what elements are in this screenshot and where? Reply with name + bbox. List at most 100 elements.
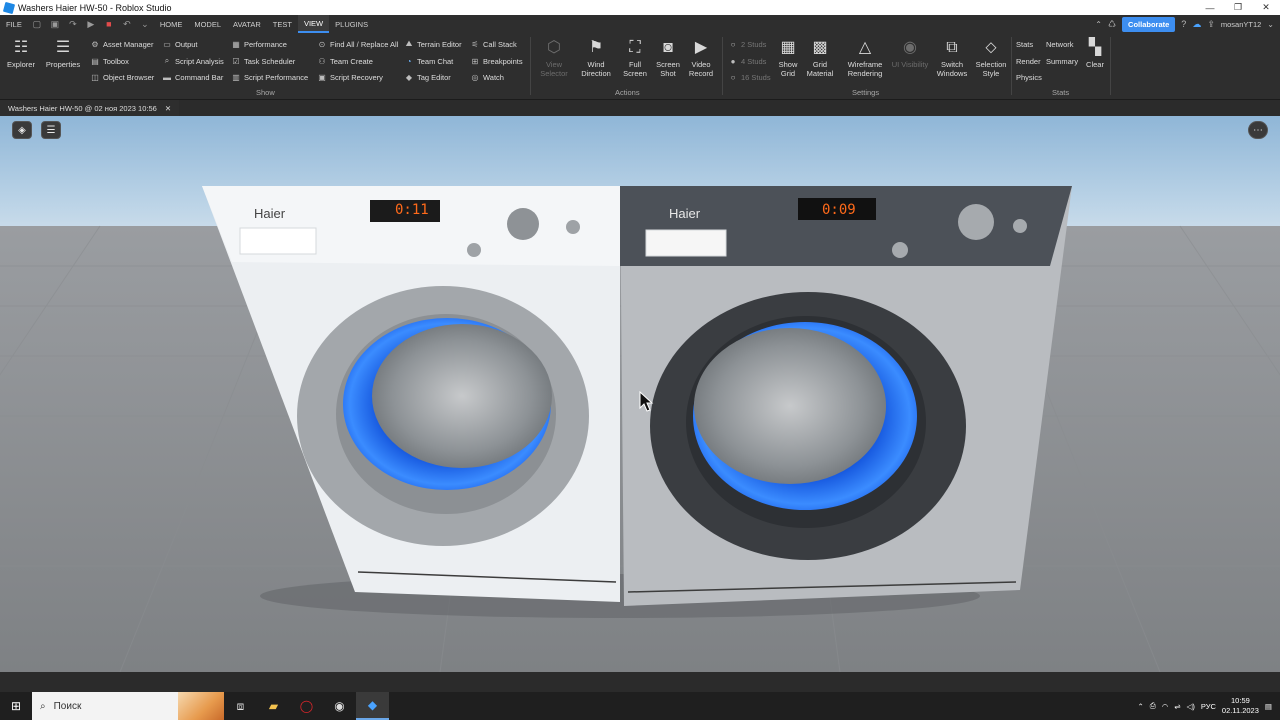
new-file-icon[interactable]: ▢ bbox=[32, 19, 42, 29]
selection-style-button[interactable]: ⬦ Selection Style bbox=[972, 37, 1010, 83]
performance-button[interactable]: ▦ Performance bbox=[231, 38, 287, 50]
opera-button[interactable]: ◯ bbox=[290, 692, 323, 720]
search-placeholder: Поиск bbox=[53, 700, 82, 712]
clock[interactable]: 10:59 02.11.2023 bbox=[1222, 696, 1259, 716]
properties-label: Properties bbox=[45, 60, 81, 69]
redo-icon[interactable]: ↷ bbox=[68, 19, 78, 29]
document-tab[interactable]: Washers Haier HW-50 @ 02 ноя 2023 10:56 … bbox=[0, 100, 180, 116]
object-browser-button[interactable]: ◫ Object Browser bbox=[90, 71, 154, 83]
help-icon[interactable]: ? bbox=[1181, 19, 1186, 29]
ui-visibility-button[interactable]: ◉ UI Visibility bbox=[890, 37, 930, 83]
team-create-button[interactable]: ⚇ Team Create bbox=[317, 55, 373, 67]
wind-direction-button[interactable]: ⚑ Wind Direction bbox=[577, 37, 615, 83]
file-explorer-button[interactable]: ▰ bbox=[257, 692, 290, 720]
taskbar-search[interactable]: ⌕ Поиск bbox=[32, 692, 224, 720]
sixteen-studs-option[interactable]: ○ 16 Studs bbox=[728, 71, 771, 83]
more-options-button[interactable]: ⋯ bbox=[1248, 121, 1268, 139]
terrain-editor-button[interactable]: ⛰ Terrain Editor bbox=[404, 38, 462, 50]
call-stack-label: Call Stack bbox=[483, 39, 517, 49]
script-performance-button[interactable]: ▥ Script Performance bbox=[231, 71, 308, 83]
close-tab-button[interactable]: ✕ bbox=[165, 104, 171, 113]
team-chat-button[interactable]: ◔ Team Chat bbox=[404, 55, 454, 67]
roblox-menu-button[interactable]: ◈ bbox=[12, 121, 32, 139]
breakpoints-button[interactable]: ⊞ Breakpoints bbox=[470, 55, 523, 67]
video-record-button[interactable]: ▶ Video Record bbox=[684, 37, 718, 83]
selection-style-icon: ⬦ bbox=[985, 38, 997, 56]
tab-test[interactable]: TEST bbox=[267, 15, 298, 33]
collapse-ribbon-icon[interactable]: ⌃ bbox=[1095, 20, 1102, 29]
watch-button[interactable]: ◎ Watch bbox=[470, 71, 504, 83]
tab-view[interactable]: VIEW bbox=[297, 15, 330, 33]
render-label: Render bbox=[1016, 56, 1041, 66]
tab-model[interactable]: MODEL bbox=[188, 15, 227, 33]
collaborate-button[interactable]: Collaborate bbox=[1122, 16, 1176, 32]
show-grid-button[interactable]: ▦ Show Grid bbox=[771, 37, 805, 83]
physics-button[interactable]: Physics bbox=[1016, 71, 1042, 83]
explorer-label: Explorer bbox=[7, 60, 35, 69]
play-icon[interactable]: ▶ bbox=[86, 19, 96, 29]
usb-icon[interactable]: ⇌ bbox=[1174, 702, 1180, 711]
explorer-button[interactable]: ☷ Explorer bbox=[4, 37, 38, 83]
maximize-button[interactable]: ❐ bbox=[1224, 0, 1252, 15]
script-recovery-button[interactable]: ▣ Script Recovery bbox=[317, 71, 383, 83]
wifi-icon[interactable]: ◠ bbox=[1162, 702, 1169, 711]
right-washer[interactable] bbox=[620, 186, 1072, 606]
3d-viewport[interactable]: Haier 0:11 Haier 0:09 ◈ ☰ ⋯ bbox=[0, 116, 1280, 672]
script-analysis-button[interactable]: ⌕ Script Analysis bbox=[162, 55, 224, 67]
chat-button[interactable]: ☰ bbox=[41, 121, 61, 139]
view-selector-button[interactable]: ⬡ View Selector bbox=[537, 37, 571, 83]
screen-shot-button[interactable]: ◙ Screen Shot bbox=[651, 37, 685, 83]
summary-button[interactable]: Summary bbox=[1046, 55, 1078, 67]
two-studs-option[interactable]: ○ 2 Studs bbox=[728, 38, 767, 50]
user-menu-chevron-icon[interactable]: ⌄ bbox=[1267, 20, 1274, 29]
four-studs-option[interactable]: ● 4 Studs bbox=[728, 55, 767, 67]
network-button[interactable]: Network bbox=[1046, 38, 1074, 50]
properties-button[interactable]: ☰ Properties bbox=[44, 37, 82, 83]
start-button[interactable]: ⊞ bbox=[0, 692, 32, 720]
breakpoints-label: Breakpoints bbox=[483, 56, 523, 66]
minimize-button[interactable]: — bbox=[1196, 0, 1224, 15]
language-indicator[interactable]: РУС bbox=[1201, 702, 1216, 711]
notifications-center-icon[interactable]: ▤ bbox=[1265, 702, 1272, 711]
full-screen-icon: ⛶ bbox=[629, 38, 641, 56]
output-button[interactable]: ▭ Output bbox=[162, 38, 197, 50]
find-all-replace-all-button[interactable]: ⊙ Find All / Replace All bbox=[317, 38, 399, 50]
tray-overflow-icon[interactable]: ⌃ bbox=[1137, 702, 1143, 711]
render-button[interactable]: Render bbox=[1016, 55, 1041, 67]
call-stack-button[interactable]: ⚟ Call Stack bbox=[470, 38, 517, 50]
cloud-icon[interactable]: ☁ bbox=[1192, 19, 1201, 30]
save-icon[interactable]: ▣ bbox=[50, 19, 60, 29]
share-icon[interactable]: ⇪ bbox=[1207, 19, 1215, 30]
notifications-icon[interactable]: ♺ bbox=[1108, 19, 1116, 30]
clear-stats-button[interactable]: ▚ Clear bbox=[1080, 37, 1110, 83]
asset-manager-button[interactable]: ⚙ Asset Manager bbox=[90, 38, 153, 50]
more-icon: ⋯ bbox=[1253, 124, 1263, 136]
tag-editor-button[interactable]: ◆ Tag Editor bbox=[404, 71, 451, 83]
tab-home[interactable]: HOME bbox=[154, 15, 189, 33]
settings-group-label: Settings bbox=[852, 88, 880, 97]
obs-button[interactable]: ◉ bbox=[323, 692, 356, 720]
close-window-button[interactable]: ✕ bbox=[1252, 0, 1280, 15]
toolbox-button[interactable]: ▤ Toolbox bbox=[90, 55, 129, 67]
checker-icon: ▩ bbox=[812, 38, 828, 56]
tab-plugins[interactable]: PLUGINS bbox=[329, 15, 374, 33]
quick-access-dropdown-icon[interactable]: ⌄ bbox=[140, 19, 150, 29]
grid-material-button[interactable]: ▩ Grid Material bbox=[803, 37, 837, 83]
volume-icon[interactable]: ◁) bbox=[1187, 702, 1195, 711]
full-screen-button[interactable]: ⛶ Full Screen bbox=[618, 37, 652, 83]
find-replace-icon: ⊙ bbox=[318, 39, 326, 49]
switch-windows-button[interactable]: ⧉ Switch Windows bbox=[933, 37, 971, 83]
right-start-knob bbox=[892, 242, 908, 258]
task-scheduler-button[interactable]: ☑ Task Scheduler bbox=[231, 55, 295, 67]
command-bar-button[interactable]: ▬ Command Bar bbox=[162, 71, 223, 83]
wireframe-rendering-button[interactable]: △ Wireframe Rendering bbox=[843, 37, 887, 83]
network-icon[interactable]: ⎙ bbox=[1150, 701, 1156, 711]
file-menu[interactable]: FILE bbox=[0, 15, 28, 33]
stop-icon[interactable]: ■ bbox=[104, 19, 114, 29]
task-view-button[interactable]: ⧈ bbox=[224, 692, 257, 720]
undo-icon[interactable]: ↶ bbox=[122, 19, 132, 29]
tab-avatar[interactable]: AVATAR bbox=[227, 15, 267, 33]
roblox-studio-taskbar-button[interactable]: ◆ bbox=[356, 692, 389, 720]
stats-button[interactable]: Stats bbox=[1016, 38, 1033, 50]
username-label[interactable]: mosanYT12 bbox=[1221, 20, 1261, 29]
